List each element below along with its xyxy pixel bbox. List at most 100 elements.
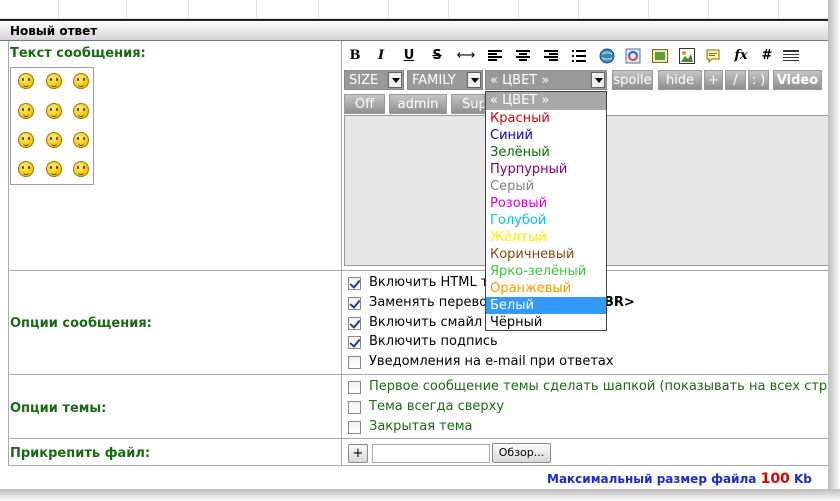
row-divider <box>8 374 828 375</box>
color-option[interactable]: Голубой <box>486 212 606 229</box>
color-option[interactable]: Жёлтый <box>486 229 606 246</box>
color-select-value: « ЦВЕТ » <box>490 73 550 88</box>
color-select[interactable]: « ЦВЕТ » <box>485 70 607 90</box>
column-divider <box>341 41 342 465</box>
closed-topic-label: Закрытая тема <box>369 419 473 434</box>
message-text-label: Текст сообщения: <box>10 46 146 61</box>
color-option[interactable]: Розовый <box>486 195 606 212</box>
pin-first-post-checkbox[interactable] <box>348 381 361 394</box>
add-attachment-button[interactable]: + <box>348 444 368 463</box>
hash-button[interactable]: # <box>757 46 777 66</box>
color-option[interactable]: Оранжевый <box>486 280 606 297</box>
enable-html-checkbox[interactable] <box>348 277 361 290</box>
size-select[interactable]: SIZE <box>344 70 404 90</box>
replace-linebreaks-checkbox[interactable] <box>348 297 361 310</box>
color-option[interactable]: Красный <box>486 110 606 127</box>
browse-button[interactable]: Обзор... <box>492 443 551 463</box>
form-header: Новый ответ <box>0 19 828 41</box>
color-option[interactable]: Чёрный <box>486 314 606 331</box>
align-left-icon[interactable] <box>485 46 505 66</box>
list-icon[interactable] <box>569 46 589 66</box>
hr-arrows-icon[interactable]: ⟷ <box>456 46 476 66</box>
message-options-label: Опции сообщения: <box>10 316 152 331</box>
max-size-value: 100 <box>760 471 790 487</box>
color-option[interactable]: Белый <box>486 297 606 314</box>
smiley-glasses-icon[interactable] <box>73 73 89 89</box>
smiley-laugh-icon[interactable] <box>46 73 62 89</box>
color-dropdown-header[interactable]: « ЦВЕТ » <box>486 92 606 110</box>
enable-signature-checkbox[interactable] <box>348 336 361 349</box>
email-notify-checkbox[interactable] <box>348 356 361 369</box>
row-divider <box>8 438 828 439</box>
smiley-wink-icon[interactable] <box>73 161 89 177</box>
smiley-smile-icon[interactable] <box>73 103 89 119</box>
align-right-icon[interactable] <box>541 46 561 66</box>
smilies-panel <box>10 67 94 185</box>
table-icon[interactable] <box>781 46 801 66</box>
smiley-grin-icon[interactable] <box>46 132 62 148</box>
replace-linebreaks-label: Заменять перево <box>369 295 488 310</box>
smiley-confused-icon[interactable] <box>46 161 62 177</box>
pin-first-post-label: Первое сообщение темы сделать шапкой (по… <box>369 379 828 394</box>
refresh-icon[interactable] <box>623 46 643 66</box>
sup-button[interactable]: Sup <box>451 94 485 114</box>
off-button[interactable]: Off <box>344 94 385 114</box>
max-file-size: Максимальный размер файла 100 Kb <box>547 471 812 487</box>
italic-button[interactable]: I <box>371 46 391 66</box>
sticky-topic-checkbox[interactable] <box>348 401 361 414</box>
file-path-input[interactable] <box>372 444 490 463</box>
smiley-angry-icon[interactable] <box>18 73 34 89</box>
smiley-sad-icon[interactable] <box>18 132 34 148</box>
comment-icon[interactable] <box>703 46 723 66</box>
bold-button[interactable]: B <box>345 46 365 66</box>
row-divider <box>8 270 828 271</box>
underline-button[interactable]: U <box>399 46 419 66</box>
size-select-value: SIZE <box>349 73 379 88</box>
color-option[interactable]: Пурпурный <box>486 161 606 178</box>
smiley-surprised-icon[interactable] <box>73 132 89 148</box>
color-option[interactable]: Ярко-зелёный <box>486 263 606 280</box>
color-option[interactable]: Коричневый <box>486 246 606 263</box>
admin-button[interactable]: admin <box>389 94 447 114</box>
color-option[interactable]: Синий <box>486 127 606 144</box>
row-divider <box>8 465 828 466</box>
top-strip <box>0 0 828 19</box>
reply-form: Новый ответ Текст сообщения: Опции сообщ… <box>0 0 828 489</box>
picture-icon[interactable] <box>677 46 697 66</box>
attach-file-label: Прикрепить файл: <box>10 446 151 461</box>
color-dropdown-list[interactable]: « ЦВЕТ » Красный Синий Зелёный Пурпурный Сер… <box>485 91 607 331</box>
colon-button[interactable]: : ) <box>748 70 769 90</box>
max-size-label: Максимальный размер файла <box>547 472 757 486</box>
hide-button[interactable]: hide <box>658 70 702 90</box>
left-border <box>8 41 9 465</box>
email-notify-label: Уведомления на e-mail при ответах <box>369 354 614 369</box>
form-title: Новый ответ <box>10 24 98 38</box>
sticky-topic-label: Тема всегда сверху <box>369 399 505 414</box>
plus-button[interactable]: + <box>704 70 723 90</box>
spoiler-button[interactable]: spoile <box>612 70 653 90</box>
smiley-tongue-icon[interactable] <box>18 161 34 177</box>
smiley-happy-icon[interactable] <box>46 103 62 119</box>
smiley-shocked-icon[interactable] <box>18 103 34 119</box>
chevron-down-icon <box>591 72 605 88</box>
family-select[interactable]: FAMILY <box>407 70 483 90</box>
enable-smilies-checkbox[interactable] <box>348 317 361 330</box>
align-center-icon[interactable] <box>513 46 533 66</box>
formula-button[interactable]: fx <box>731 46 751 66</box>
window-shadow-right <box>828 0 840 501</box>
color-option[interactable]: Зелёный <box>486 144 606 161</box>
closed-topic-checkbox[interactable] <box>348 421 361 434</box>
strike-button[interactable]: S <box>427 46 447 66</box>
color-option[interactable]: Серый <box>486 178 606 195</box>
window-shadow-bottom <box>0 489 840 501</box>
link-globe-icon[interactable] <box>597 46 617 66</box>
br-tag-text: BR> <box>604 295 635 310</box>
chevron-down-icon <box>388 72 402 88</box>
image-icon[interactable] <box>650 46 670 66</box>
enable-html-label: Включить HTML т <box>369 275 489 290</box>
enable-smilies-label: Включить смайл <box>369 315 483 330</box>
slash-button[interactable]: / <box>725 70 746 90</box>
max-size-unit: Kb <box>794 472 812 486</box>
video-button[interactable]: Video <box>773 70 822 90</box>
enable-signature-label: Включить подпись <box>369 334 498 349</box>
